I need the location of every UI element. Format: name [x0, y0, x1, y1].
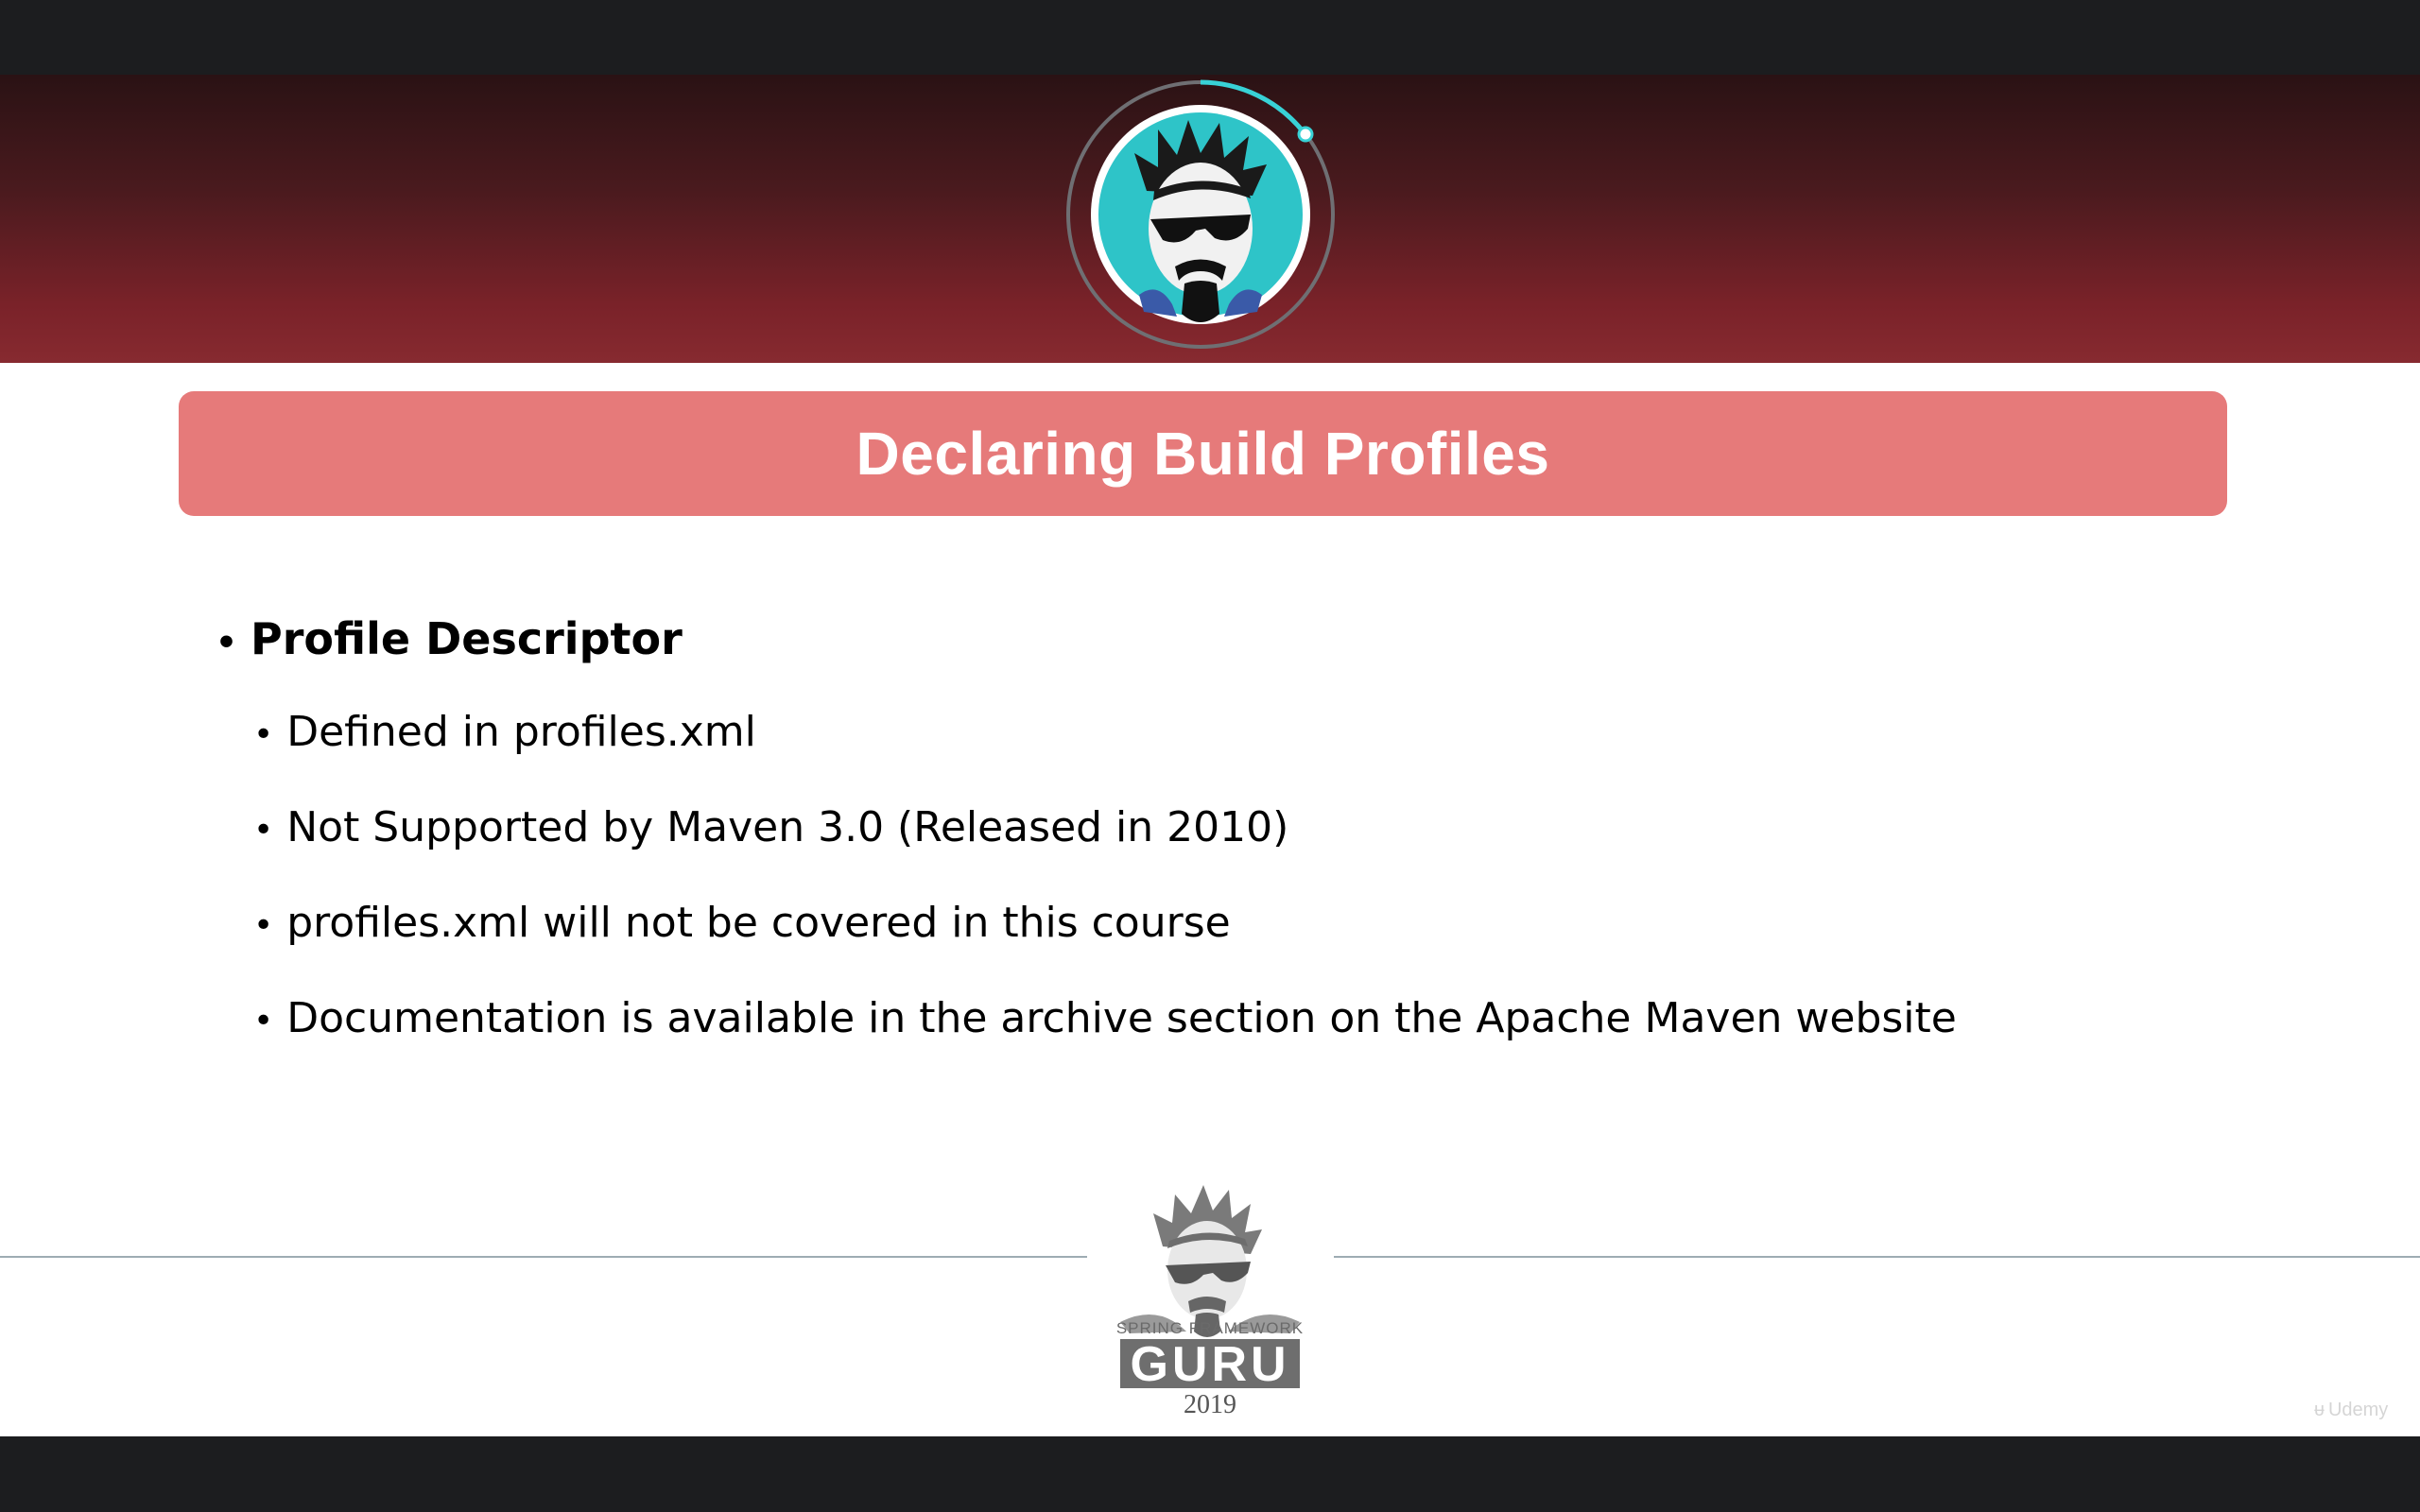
- letterbox-bottom: [0, 1436, 2420, 1512]
- footer-rule-left: [0, 1256, 1087, 1258]
- bullet-item: • Defined in profiles.xml: [253, 708, 756, 756]
- bullet-item: • Profile Descriptor: [216, 613, 683, 664]
- bullet-item: • profiles.xml will not be covered in th…: [253, 899, 1231, 947]
- bullet-dot: •: [253, 1002, 274, 1040]
- bullet-text: Profile Descriptor: [251, 613, 683, 664]
- slide: Declaring Build Profiles • Profile Descr…: [0, 75, 2420, 1436]
- footer-rule-right: [1334, 1256, 2420, 1258]
- bullet-item: • Not Supported by Maven 3.0 (Released i…: [253, 803, 1288, 851]
- letterbox-top: [0, 0, 2420, 75]
- bullet-dot: •: [216, 624, 238, 662]
- logo-year: 2019: [1184, 1390, 1236, 1419]
- watermark-text: Udemy: [2327, 1399, 2389, 1420]
- slide-title-bar: Declaring Build Profiles: [179, 391, 2227, 516]
- guru-avatar-icon: [1066, 79, 1335, 349]
- video-frame: Declaring Build Profiles • Profile Descr…: [0, 0, 2420, 1512]
- guru-avatar: [1063, 77, 1338, 352]
- bullet-text: Documentation is available in the archiv…: [286, 994, 1957, 1042]
- bullet-text: Not Supported by Maven 3.0 (Released in …: [286, 803, 1289, 851]
- bullet-dot: •: [253, 811, 274, 850]
- spring-framework-guru-logo: SPRING FRAMEWORK GURU 2019: [1101, 1180, 1319, 1426]
- bullet-text: Defined in profiles.xml: [286, 708, 756, 756]
- logo-line2: GURU: [1130, 1337, 1289, 1388]
- logo-line1: SPRING FRAMEWORK: [1116, 1319, 1304, 1337]
- bullet-dot: •: [253, 906, 274, 945]
- udemy-logo-icon: ᵾ: [2314, 1399, 2325, 1420]
- bullet-dot: •: [253, 715, 274, 754]
- udemy-watermark: ᵾ Udemy: [2314, 1391, 2418, 1429]
- bullet-text: profiles.xml will not be covered in this…: [286, 899, 1231, 947]
- bullet-item: • Documentation is available in the arch…: [253, 994, 1957, 1042]
- slide-title: Declaring Build Profiles: [856, 420, 1550, 488]
- guru-logo-icon: SPRING FRAMEWORK GURU: [1116, 1185, 1304, 1392]
